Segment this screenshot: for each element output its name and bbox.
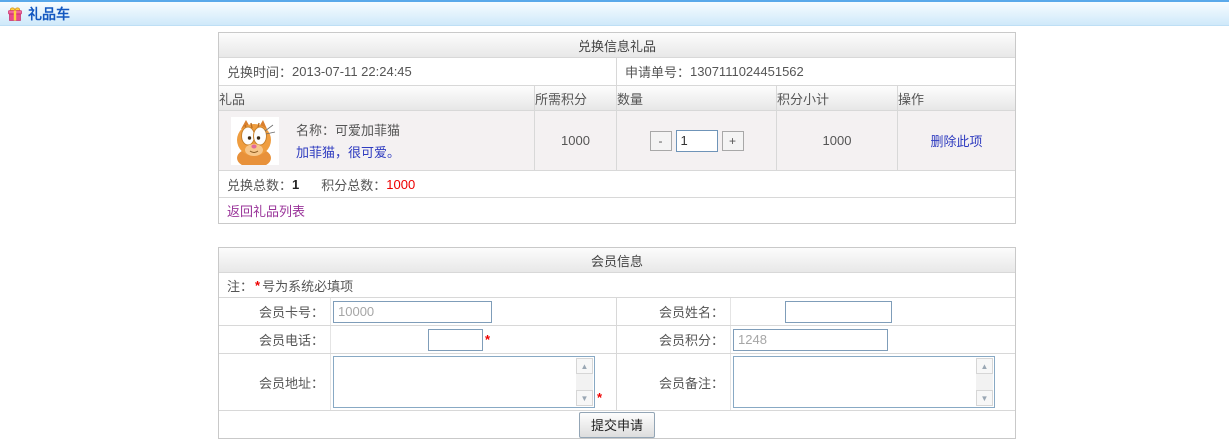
totals-row: 兑换总数： 1 积分总数： 1000 <box>219 171 1015 198</box>
member-points-input[interactable] <box>733 329 888 351</box>
column-header-gift: 礼品 <box>219 86 535 110</box>
quantity-increase-button[interactable]: + <box>722 131 744 151</box>
quantity-input[interactable] <box>676 130 718 152</box>
exchange-table-header: 礼品 所需积分 数量 积分小计 操作 <box>219 86 1015 111</box>
scroll-up-icon[interactable]: ▲ <box>976 358 993 374</box>
phone-required-star: * <box>485 332 490 347</box>
exchange-time-value: 2013-07-11 22:24:45 <box>292 64 412 79</box>
total-count-value: 1 <box>292 177 299 192</box>
address-textarea[interactable]: ▲ ▼ <box>333 356 595 408</box>
note-text: 号为系统必填项 <box>262 276 353 295</box>
back-link-row: 返回礼品列表 <box>219 198 1015 223</box>
quantity-cell: - + <box>617 111 777 170</box>
address-required-star: * <box>597 390 602 405</box>
exchange-time-cell: 兑换时间： 2013-07-11 22:24:45 <box>219 58 617 85</box>
remark-textarea[interactable]: ▲ ▼ <box>733 356 995 408</box>
total-points-label: 积分总数： <box>321 175 386 194</box>
note-prefix: 注： <box>227 276 253 295</box>
scroll-down-icon[interactable]: ▼ <box>576 390 593 406</box>
page-title: 礼品车 <box>28 4 70 24</box>
exchange-panel-header: 兑换信息礼品 <box>219 33 1015 58</box>
card-number-input[interactable] <box>333 301 492 323</box>
order-number-label: 申请单号： <box>625 62 690 81</box>
column-header-action: 操作 <box>898 86 1015 110</box>
title-bar: 礼品车 <box>0 0 1229 26</box>
required-note-row: 注： * 号为系统必填项 <box>219 273 1015 298</box>
gift-text-block: 名称：可爱加菲猫 加菲猫，很可爱。 <box>296 120 400 161</box>
remark-cell: ▲ ▼ <box>731 354 1015 410</box>
garfield-product-image <box>231 117 279 165</box>
submit-application-button[interactable]: 提交申请 <box>579 412 655 438</box>
member-panel-header: 会员信息 <box>219 248 1015 273</box>
form-row-card-name: 会员卡号： 会员姓名： <box>219 298 1015 326</box>
remark-scrollbar[interactable]: ▲ ▼ <box>976 358 993 406</box>
gift-name: 名称：可爱加菲猫 <box>296 120 400 139</box>
address-label: 会员地址： <box>219 354 331 410</box>
phone-input[interactable] <box>428 329 483 351</box>
subtotal-cell: 1000 <box>777 111 898 170</box>
card-number-label: 会员卡号： <box>219 298 331 325</box>
gift-cart-icon <box>7 6 23 22</box>
column-header-quantity: 数量 <box>617 86 777 110</box>
form-row-address-remark: 会员地址： ▲ ▼ * 会员备注： ▲ ▼ <box>219 354 1015 411</box>
back-to-gift-list-link[interactable]: 返回礼品列表 <box>227 201 305 220</box>
phone-cell: * <box>331 326 617 353</box>
exchange-time-label: 兑换时间： <box>227 62 292 81</box>
order-number-value: 1307111024451562 <box>690 64 804 79</box>
required-points-cell: 1000 <box>535 111 617 170</box>
address-cell: ▲ ▼ * <box>331 354 617 410</box>
gift-description-link[interactable]: 加菲猫，很可爱。 <box>296 142 400 161</box>
member-info-panel: 会员信息 注： * 号为系统必填项 会员卡号： 会员姓名： 会员电话： * 会员… <box>218 247 1016 439</box>
column-header-points: 所需积分 <box>535 86 617 110</box>
form-row-phone-points: 会员电话： * 会员积分： <box>219 326 1015 354</box>
order-number-cell: 申请单号： 1307111024451562 <box>617 58 1015 85</box>
total-points-value: 1000 <box>386 177 415 192</box>
column-header-subtotal: 积分小计 <box>777 86 898 110</box>
member-panel-title: 会员信息 <box>591 251 643 270</box>
exchange-meta-row: 兑换时间： 2013-07-11 22:24:45 申请单号： 13071110… <box>219 58 1015 86</box>
member-points-label: 会员积分： <box>617 326 731 353</box>
card-number-cell <box>331 298 617 325</box>
exchange-info-panel: 兑换信息礼品 兑换时间： 2013-07-11 22:24:45 申请单号： 1… <box>218 32 1016 224</box>
exchange-panel-title: 兑换信息礼品 <box>578 36 656 55</box>
submit-row: 提交申请 <box>219 411 1015 438</box>
quantity-decrease-button[interactable]: - <box>650 131 672 151</box>
gift-item-row: 名称：可爱加菲猫 加菲猫，很可爱。 1000 - + 1000 删除此项 <box>219 111 1015 171</box>
member-name-label: 会员姓名： <box>617 298 731 325</box>
delete-item-link[interactable]: 删除此项 <box>930 131 982 150</box>
total-count-label: 兑换总数： <box>227 175 292 194</box>
phone-label: 会员电话： <box>219 326 331 353</box>
gift-cell: 名称：可爱加菲猫 加菲猫，很可爱。 <box>219 111 535 170</box>
note-required-star: * <box>255 278 260 293</box>
quantity-stepper: - + <box>650 130 744 152</box>
action-cell: 删除此项 <box>898 111 1015 170</box>
member-name-cell <box>731 298 1015 325</box>
member-name-input[interactable] <box>785 301 892 323</box>
address-scrollbar[interactable]: ▲ ▼ <box>576 358 593 406</box>
scroll-down-icon[interactable]: ▼ <box>976 390 993 406</box>
remark-label: 会员备注： <box>617 354 731 410</box>
scroll-up-icon[interactable]: ▲ <box>576 358 593 374</box>
member-points-cell <box>731 326 1015 353</box>
